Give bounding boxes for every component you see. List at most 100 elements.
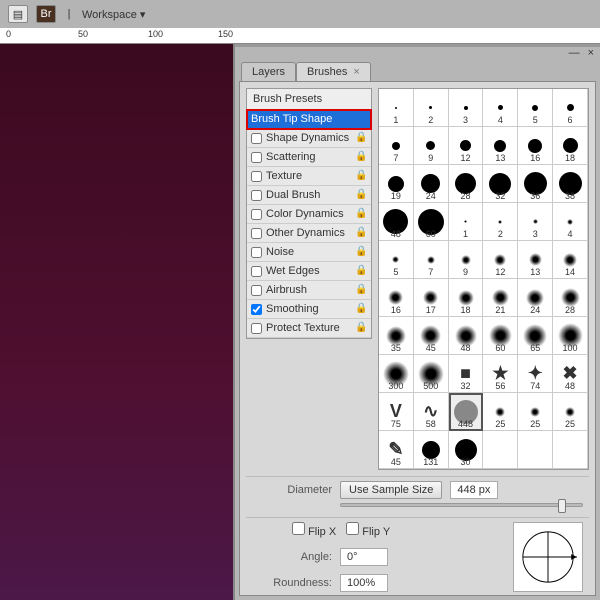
option-other-dynamics[interactable]: Other Dynamics🔒 [247, 224, 371, 243]
brush-cell[interactable]: ∿58 [414, 393, 449, 431]
brush-cell[interactable]: 131 [414, 431, 449, 469]
option-smoothing[interactable]: Smoothing🔒 [247, 300, 371, 319]
brush-cell[interactable] [518, 431, 553, 469]
brush-grid[interactable]: 1234567912131618192428323638486012345791… [378, 88, 589, 470]
brush-cell[interactable]: ★56 [483, 355, 518, 393]
brush-cell[interactable]: 16 [518, 127, 553, 165]
brush-cell[interactable]: 35 [379, 317, 414, 355]
workspace-dropdown[interactable]: Workspace ▾ [82, 8, 145, 21]
lock-icon: 🔒 [355, 265, 367, 277]
diameter-slider[interactable] [340, 503, 583, 507]
brush-cell[interactable]: 6 [553, 89, 588, 127]
brush-cell[interactable]: 18 [553, 127, 588, 165]
brush-cell[interactable]: 2 [483, 203, 518, 241]
angle-widget[interactable] [513, 522, 583, 592]
use-sample-size-button[interactable]: Use Sample Size [340, 481, 442, 499]
brush-cell[interactable]: 48 [449, 317, 484, 355]
option-protect-texture[interactable]: Protect Texture🔒 [247, 319, 371, 338]
brush-cell[interactable] [553, 431, 588, 469]
brush-cell[interactable]: 36 [518, 165, 553, 203]
brush-cell[interactable]: 12 [483, 241, 518, 279]
brush-cell[interactable]: 1 [449, 203, 484, 241]
brush-cell[interactable]: 60 [483, 317, 518, 355]
minimize-icon[interactable]: — [569, 47, 580, 59]
brush-cell[interactable]: 7 [414, 241, 449, 279]
brush-cell[interactable]: 19 [379, 165, 414, 203]
brush-cell[interactable]: 25 [483, 393, 518, 431]
lock-icon: 🔒 [355, 303, 367, 315]
brush-cell[interactable]: 13 [483, 127, 518, 165]
brush-cell[interactable]: 28 [449, 165, 484, 203]
option-airbrush[interactable]: Airbrush🔒 [247, 281, 371, 300]
option-color-dynamics[interactable]: Color Dynamics🔒 [247, 205, 371, 224]
brush-cell[interactable]: 60 [414, 203, 449, 241]
lock-icon: 🔒 [355, 208, 367, 220]
brush-cell[interactable]: 16 [379, 279, 414, 317]
brush-cell[interactable]: 45 [414, 317, 449, 355]
brush-cell[interactable]: 12 [449, 127, 484, 165]
brush-cell[interactable]: 38 [553, 165, 588, 203]
tab-close-icon[interactable]: × [353, 66, 359, 78]
brush-cell[interactable]: 2 [414, 89, 449, 127]
tool-icon-1[interactable]: ▤ [8, 5, 28, 23]
diameter-label: Diameter [252, 484, 332, 496]
brush-cell[interactable]: 9 [449, 241, 484, 279]
option-dual-brush[interactable]: Dual Brush🔒 [247, 186, 371, 205]
brush-cell[interactable]: ✦74 [518, 355, 553, 393]
brush-cell[interactable]: 7 [379, 127, 414, 165]
flip-y-checkbox[interactable]: Flip Y [346, 522, 390, 538]
brush-cell[interactable]: 25 [518, 393, 553, 431]
brush-cell[interactable]: 300 [379, 355, 414, 393]
tab-brushes[interactable]: Brushes× [296, 62, 371, 81]
brush-cell[interactable]: 100 [553, 317, 588, 355]
brush-cell[interactable]: ■32 [449, 355, 484, 393]
brush-cell[interactable]: 5 [518, 89, 553, 127]
brush-cell[interactable]: 21 [483, 279, 518, 317]
brush-cell[interactable]: 9 [414, 127, 449, 165]
brush-cell[interactable]: 4 [483, 89, 518, 127]
brush-cell[interactable]: 32 [483, 165, 518, 203]
option-scattering[interactable]: Scattering🔒 [247, 148, 371, 167]
horizontal-ruler: 0 50 100 150 [0, 28, 600, 44]
brush-cell[interactable] [483, 431, 518, 469]
angle-input[interactable]: 0° [340, 548, 388, 566]
brush-cell[interactable]: 48 [379, 203, 414, 241]
brush-cell[interactable]: 24 [518, 279, 553, 317]
brush-presets-header[interactable]: Brush Presets [247, 89, 371, 110]
tab-layers[interactable]: Layers [241, 62, 296, 81]
brush-cell[interactable]: 13 [518, 241, 553, 279]
option-noise[interactable]: Noise🔒 [247, 243, 371, 262]
diameter-input[interactable]: 448 px [450, 481, 498, 499]
brush-cell[interactable]: 448 [449, 393, 484, 431]
brush-cell[interactable]: 5 [379, 241, 414, 279]
close-icon[interactable]: × [588, 47, 594, 59]
brush-cell[interactable]: 500 [414, 355, 449, 393]
brush-cell[interactable]: 65 [518, 317, 553, 355]
top-toolbar: ▤ Br | Workspace ▾ [0, 0, 600, 28]
flip-x-checkbox[interactable]: Flip X [292, 522, 336, 538]
brush-cell[interactable]: ✎45 [379, 431, 414, 469]
brush-cell[interactable]: 17 [414, 279, 449, 317]
brush-cell[interactable]: 25 [553, 393, 588, 431]
brush-cell[interactable]: 18 [449, 279, 484, 317]
brush-cell[interactable]: 3 [518, 203, 553, 241]
option-shape-dynamics[interactable]: Shape Dynamics🔒 [247, 129, 371, 148]
brush-cell[interactable]: V75 [379, 393, 414, 431]
option-texture[interactable]: Texture🔒 [247, 167, 371, 186]
lock-icon: 🔒 [355, 322, 367, 334]
brush-cell[interactable]: ✖48 [553, 355, 588, 393]
roundness-input[interactable]: 100% [340, 574, 388, 592]
bridge-icon[interactable]: Br [36, 5, 56, 23]
brush-cell[interactable]: 24 [414, 165, 449, 203]
document-canvas[interactable] [0, 44, 235, 600]
lock-icon: 🔒 [355, 227, 367, 239]
brush-cell[interactable]: 4 [553, 203, 588, 241]
brush-cell[interactable]: 28 [553, 279, 588, 317]
brush-cell[interactable]: 30 [449, 431, 484, 469]
brush-cell[interactable]: 14 [553, 241, 588, 279]
brush-cell[interactable]: 3 [449, 89, 484, 127]
brush-cell[interactable]: 1 [379, 89, 414, 127]
option-wet-edges[interactable]: Wet Edges🔒 [247, 262, 371, 281]
lock-icon: 🔒 [355, 246, 367, 258]
option-brush-tip-shape[interactable]: Brush Tip Shape [247, 110, 371, 129]
